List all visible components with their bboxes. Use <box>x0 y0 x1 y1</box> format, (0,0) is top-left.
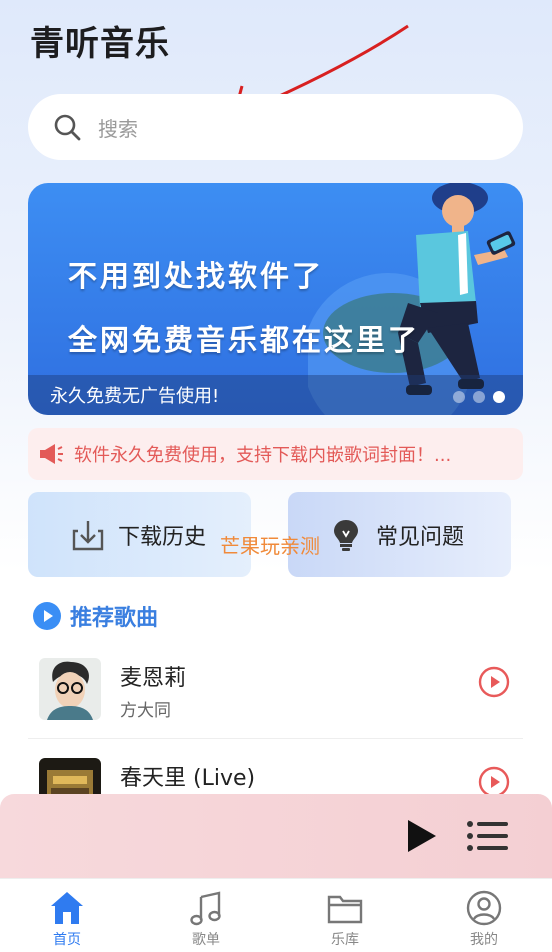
album-cover <box>39 658 101 720</box>
tab-library[interactable]: 乐库 <box>305 889 385 949</box>
search-placeholder: 搜索 <box>98 116 138 141</box>
tab-library-label: 乐库 <box>331 932 359 948</box>
music-note-icon <box>190 891 221 926</box>
banner-headline-2: 全网免费音乐都在这里了 <box>68 323 421 357</box>
recommended-title: 推荐歌曲 <box>70 606 159 631</box>
folder-icon <box>327 895 363 924</box>
carousel-dot-active[interactable] <box>493 391 505 403</box>
carousel-dots <box>453 391 505 403</box>
banner-caption-bar: 永久免费无广告使用! <box>28 375 523 415</box>
list-divider <box>28 738 523 739</box>
download-icon <box>72 520 104 550</box>
tab-profile[interactable]: 我的 <box>444 889 524 949</box>
banner-caption: 永久免费无广告使用! <box>50 386 220 407</box>
download-history-button[interactable]: 下载历史 <box>28 492 251 577</box>
megaphone-icon <box>40 444 63 464</box>
home-icon <box>51 892 83 924</box>
tab-playlists-label: 歌单 <box>192 932 220 948</box>
download-history-label: 下载历史 <box>118 524 207 550</box>
song-title: 春天里 (Live) <box>120 766 256 791</box>
carousel-dot[interactable] <box>453 391 465 403</box>
song-list-item[interactable]: 麦恩莉 方大同 <box>0 650 552 750</box>
search-icon <box>54 114 81 141</box>
carousel-dot[interactable] <box>473 391 485 403</box>
tab-playlists[interactable]: 歌单 <box>166 889 246 949</box>
recommended-section-header: 推荐歌曲 <box>32 600 158 632</box>
announcement-text: 软件永久免费使用，支持下载内嵌歌词封面！... <box>74 445 452 466</box>
announcement-bar[interactable]: 软件永久免费使用，支持下载内嵌歌词封面！... <box>28 428 523 480</box>
lightbulb-icon <box>334 519 358 551</box>
tab-profile-label: 我的 <box>470 932 498 948</box>
faq-button[interactable]: 常见问题 <box>288 492 511 577</box>
play-icon[interactable] <box>478 666 510 698</box>
faq-label: 常见问题 <box>376 524 465 550</box>
tab-home-label: 首页 <box>53 932 81 948</box>
play-circle-icon <box>33 602 61 630</box>
play-icon[interactable] <box>400 816 440 856</box>
banner-headline-1: 不用到处找软件了 <box>68 259 325 293</box>
search-input[interactable]: 搜索 <box>28 94 523 160</box>
playlist-icon[interactable] <box>466 818 510 854</box>
app-title: 青听音乐 <box>30 24 170 64</box>
mini-player-bar[interactable] <box>0 794 552 878</box>
promo-banner[interactable]: 不用到处找软件了 全网免费音乐都在这里了 永久免费无广告使用! <box>28 183 523 415</box>
song-title: 麦恩莉 <box>120 666 187 691</box>
bottom-tab-bar: 首页 歌单 乐库 我的 <box>0 878 552 952</box>
watermark-text: 芒果玩亲测 <box>220 534 320 558</box>
user-icon <box>466 890 502 926</box>
tab-home[interactable]: 首页 <box>27 889 107 949</box>
song-artist: 方大同 <box>120 701 171 721</box>
